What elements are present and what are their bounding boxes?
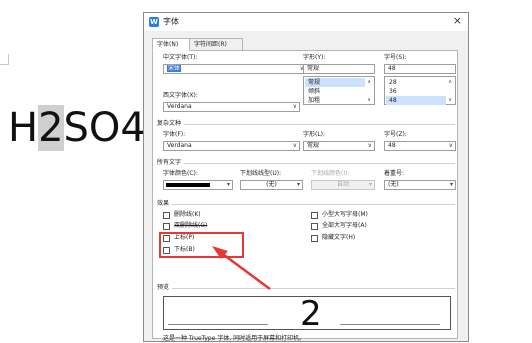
double-strikethrough-label[interactable]: 双删除线(G) (174, 222, 207, 230)
scroll-down-icon[interactable]: ∨ (367, 97, 371, 103)
preview-sample: 2 (300, 294, 322, 334)
style-list[interactable]: 常规 倾斜 加粗 ∧ ∨ (303, 76, 375, 105)
underline-type-label: 下划线线型(U): (240, 170, 282, 177)
complex-style-combo[interactable]: 常规 ∨ (303, 141, 375, 151)
group-divider (157, 288, 455, 289)
chevron-down-icon: ∨ (292, 142, 297, 149)
document-formula[interactable]: H2SO4 (8, 105, 146, 151)
cjk-font-value: 宋体 (167, 65, 182, 72)
strikethrough-label[interactable]: 删除线(K) (174, 211, 201, 219)
caret-down-icon: ▾ (449, 181, 453, 188)
dialog-title: 字体 (163, 17, 179, 26)
scroll-up-icon[interactable]: ∧ (367, 79, 371, 85)
selected-digit: 2 (38, 105, 64, 151)
style-option[interactable]: 加粗 (305, 96, 365, 105)
strikethrough-checkbox[interactable] (163, 212, 170, 219)
western-font-combo[interactable]: Verdana ∨ (163, 102, 300, 112)
underline-type-value: (无) (266, 181, 277, 188)
color-swatch (166, 183, 210, 187)
complex-style-value: 常规 (307, 142, 320, 149)
chevron-down-icon: ∨ (367, 142, 372, 149)
style-option[interactable]: 常规 (305, 78, 365, 87)
size-option[interactable]: 36 (386, 87, 446, 96)
underline-color-combo: 自动 ▾ (311, 180, 375, 190)
scroll-down-icon[interactable]: ∨ (448, 97, 452, 103)
font-color-combo[interactable]: ▾ (163, 180, 233, 190)
formula-text-rest: SO4 (63, 105, 146, 151)
emphasis-combo[interactable]: (无) ▾ (384, 180, 456, 190)
size-list[interactable]: 28 36 48 ∧ ∨ (384, 76, 456, 105)
hidden-text-label[interactable]: 隐藏文字(H) (322, 234, 355, 242)
close-icon[interactable]: × (453, 14, 462, 28)
tab-font[interactable]: 字体(N) (152, 38, 190, 51)
western-font-label: 西文字体(X): (163, 92, 198, 99)
cjk-font-combo[interactable]: 宋体 ∨ (163, 64, 307, 74)
size-label: 字号(S): (384, 54, 407, 61)
font-color-label: 字体颜色(C): (163, 170, 198, 177)
scroll-up-icon[interactable]: ∧ (448, 79, 452, 85)
size-option[interactable]: 28 (386, 78, 446, 87)
group-divider (157, 124, 455, 125)
cjk-font-label: 中文字体(T): (163, 54, 198, 61)
highlight-box (159, 232, 244, 258)
underline-type-combo[interactable]: (无) ▾ (240, 180, 303, 190)
all-caps-checkbox[interactable] (311, 223, 318, 230)
caret-down-icon: ▾ (368, 181, 372, 188)
group-divider (157, 204, 455, 205)
complex-size-combo[interactable]: 48 ∨ (384, 141, 456, 151)
small-caps-label[interactable]: 小型大写字母(M) (322, 211, 368, 219)
style-option[interactable]: 倾斜 (305, 87, 365, 96)
font-tab-panel: 中文字体(T): 宋体 ∨ 字形(Y): 常规 常规 倾斜 加粗 ∧ ∨ 字号(… (152, 50, 458, 342)
all-caps-label[interactable]: 全部大写字母(A) (322, 222, 367, 230)
group-divider (157, 163, 455, 164)
complex-size-value: 48 (388, 142, 396, 149)
size-option[interactable]: 48 (386, 96, 446, 105)
title-bar: W 字体 × (144, 13, 468, 31)
chevron-down-icon: ∨ (292, 103, 297, 110)
emphasis-label: 着重号: (384, 170, 405, 177)
page-corner-line (8, 54, 9, 65)
caret-down-icon: ▾ (226, 181, 230, 188)
chevron-down-icon: ∨ (448, 142, 453, 149)
western-font-value: Verdana (167, 103, 192, 110)
underline-color-label: 下划线颜色(I): (311, 170, 350, 177)
hidden-text-checkbox[interactable] (311, 235, 318, 242)
preview-baseline (340, 324, 440, 325)
complex-font-value: Verdana (167, 142, 192, 149)
preview-area: 2 (163, 294, 451, 334)
underline-color-value: 自动 (336, 181, 349, 188)
effects-group-title: 效果 (157, 200, 173, 208)
formula-text: H (8, 105, 39, 151)
font-dialog: W 字体 × 字体(N) 字符间距(R) 中文字体(T): 宋体 ∨ 字形(Y)… (143, 12, 469, 342)
emphasis-value: (无) (388, 181, 399, 188)
complex-font-combo[interactable]: Verdana ∨ (163, 141, 300, 151)
preview-baseline (168, 324, 268, 325)
complex-font-label: 字体(F): (163, 131, 186, 138)
caret-down-icon: ▾ (296, 181, 300, 188)
style-input[interactable]: 常规 (303, 64, 375, 74)
small-caps-checkbox[interactable] (311, 212, 318, 219)
wps-app-icon: W (149, 17, 159, 27)
double-strikethrough-checkbox[interactable] (163, 223, 170, 230)
size-input[interactable]: 48 (384, 64, 456, 74)
all-text-group-title: 所有文字 (157, 159, 185, 167)
complex-group-title: 复杂文种 (157, 120, 185, 128)
preview-group-title: 预览 (157, 284, 173, 292)
style-label: 字形(Y): (303, 54, 326, 61)
complex-size-label: 字号(Z): (384, 131, 407, 138)
page-corner-line (0, 64, 8, 65)
complex-style-label: 字形(L): (303, 131, 326, 138)
